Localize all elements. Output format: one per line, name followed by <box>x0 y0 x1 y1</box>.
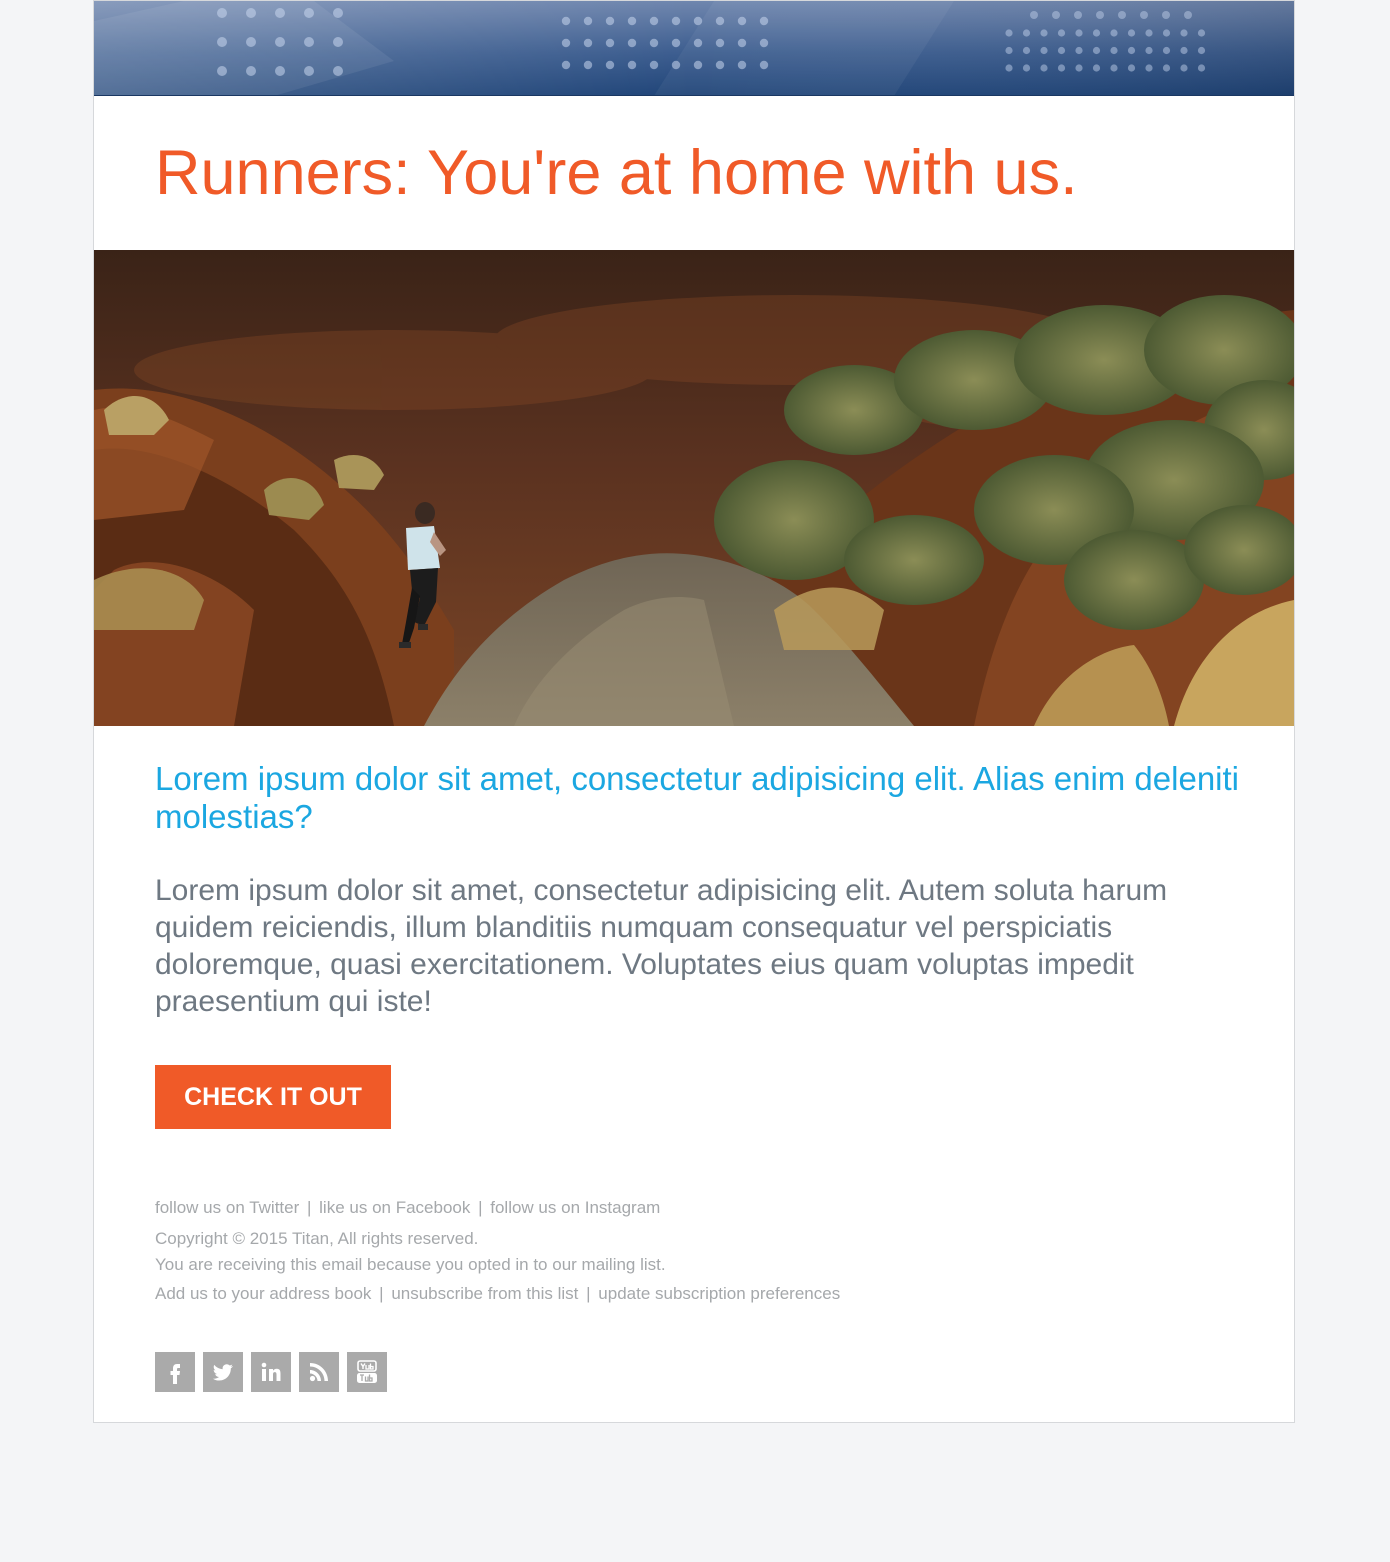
separator: | <box>478 1198 483 1217</box>
copyright-text: Copyright © 2015 Titan, All rights reser… <box>155 1229 479 1248</box>
receiving-notice: You are receiving this email because you… <box>155 1255 666 1274</box>
footer: follow us on Twitter | like us on Facebo… <box>155 1198 1155 1308</box>
subheading: Lorem ipsum dolor sit amet, consectetur … <box>155 760 1240 835</box>
check-it-out-button[interactable]: CHECK IT OUT <box>155 1065 391 1129</box>
linkedin-icon[interactable] <box>251 1352 291 1392</box>
action-links-row: Add us to your address book | unsubscrib… <box>155 1284 1155 1308</box>
dot-pattern-banner-graphic <box>94 1 1294 96</box>
header-banner <box>94 1 1294 96</box>
youtube-icon[interactable] <box>347 1352 387 1392</box>
like-facebook-link[interactable]: like us on Facebook <box>319 1198 470 1217</box>
separator: | <box>307 1198 312 1217</box>
facebook-icon[interactable] <box>155 1352 195 1392</box>
separator: | <box>379 1284 384 1303</box>
hero-image <box>94 250 1294 726</box>
add-address-book-link[interactable]: Add us to your address book <box>155 1284 371 1303</box>
follow-links-row: follow us on Twitter | like us on Facebo… <box>155 1198 1155 1222</box>
separator: | <box>586 1284 591 1303</box>
body-paragraph: Lorem ipsum dolor sit amet, consectetur … <box>155 874 1168 1018</box>
social-icons-row <box>155 1352 387 1392</box>
twitter-icon[interactable] <box>203 1352 243 1392</box>
unsubscribe-link[interactable]: unsubscribe from this list <box>391 1284 578 1303</box>
email-container: Runners: You're at home with us. Lorem i… <box>93 0 1295 1423</box>
headline: Runners: You're at home with us. <box>155 138 1078 208</box>
follow-twitter-link[interactable]: follow us on Twitter <box>155 1198 299 1217</box>
follow-instagram-link[interactable]: follow us on Instagram <box>490 1198 660 1217</box>
runner-on-trail-photo <box>94 250 1294 726</box>
rss-icon[interactable] <box>299 1352 339 1392</box>
update-preferences-link[interactable]: update subscription preferences <box>598 1284 840 1303</box>
